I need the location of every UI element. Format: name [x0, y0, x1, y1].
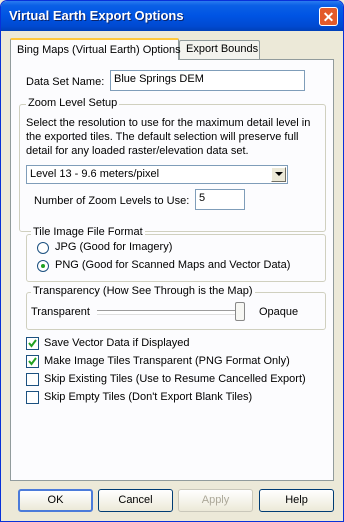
tab-panel: Data Set Name: Blue Springs DEM Zoom Lev…	[10, 59, 334, 481]
transparency-slider-track[interactable]	[97, 310, 245, 315]
zoom-resolution-select[interactable]: Level 13 - 9.6 meters/pixel	[26, 165, 288, 184]
close-button[interactable]: ✕	[319, 7, 338, 26]
checkbox[interactable]	[26, 355, 39, 368]
checkbox-label: Make Image Tiles Transparent (PNG Format…	[44, 355, 290, 367]
zoom-group-title: Zoom Level Setup	[26, 97, 120, 109]
cancel-button[interactable]: Cancel	[98, 489, 173, 512]
radio-selected-dot	[41, 264, 45, 268]
help-button[interactable]: Help	[259, 489, 334, 512]
title-bar[interactable]: Virtual Earth Export Options ✕	[1, 1, 343, 31]
tab-export-bounds[interactable]: Export Bounds	[179, 40, 260, 59]
checkmark-icon	[28, 357, 37, 366]
apply-button[interactable]: Apply	[178, 489, 253, 512]
radio-png-label: PNG (Good for Scanned Maps and Vector Da…	[55, 259, 291, 271]
zoom-levels-input[interactable]: 5	[195, 189, 245, 210]
dataset-name-input[interactable]: Blue Springs DEM	[110, 70, 305, 91]
radio-jpg-label: JPG (Good for Imagery)	[55, 241, 173, 253]
radio-button[interactable]	[37, 260, 49, 272]
dataset-name-value: Blue Springs DEM	[114, 73, 204, 85]
zoom-levels-label: Number of Zoom Levels to Use:	[34, 195, 190, 207]
checkbox-label: Skip Existing Tiles (Use to Resume Cance…	[44, 373, 306, 385]
zoom-levels-value: 5	[199, 192, 206, 204]
close-icon: ✕	[322, 9, 335, 25]
file-format-title: Tile Image File Format	[31, 226, 145, 238]
window-title: Virtual Earth Export Options	[9, 8, 184, 23]
checkmark-icon	[28, 339, 37, 348]
radio-button[interactable]	[37, 242, 49, 254]
tab-label: Bing Maps (Virtual Earth) Options	[17, 44, 181, 56]
transparent-label: Transparent	[31, 306, 90, 318]
dataset-name-label: Data Set Name:	[26, 76, 105, 88]
checkbox[interactable]	[26, 337, 39, 350]
opaque-label: Opaque	[259, 306, 299, 318]
tab-bing-maps-options[interactable]: Bing Maps (Virtual Earth) Options	[10, 38, 181, 60]
chevron-down-icon	[275, 172, 283, 176]
checkbox-label: Skip Empty Tiles (Don't Export Blank Til…	[44, 391, 253, 403]
tab-label: Export Bounds	[186, 43, 259, 55]
dropdown-button[interactable]	[271, 167, 286, 182]
checkbox-label: Save Vector Data if Displayed	[44, 337, 190, 349]
transparency-slider-thumb[interactable]	[235, 302, 245, 321]
zoom-resolution-value: Level 13 - 9.6 meters/pixel	[30, 168, 160, 180]
checkbox[interactable]	[26, 373, 39, 386]
transparency-title: Transparency (How See Through is the Map…	[31, 285, 255, 297]
ok-button[interactable]: OK	[18, 489, 93, 512]
dialog-window: Virtual Earth Export Options ✕ Bing Maps…	[0, 0, 344, 522]
checkbox[interactable]	[26, 391, 39, 404]
zoom-description: Select the resolution to use for the max…	[26, 117, 311, 157]
